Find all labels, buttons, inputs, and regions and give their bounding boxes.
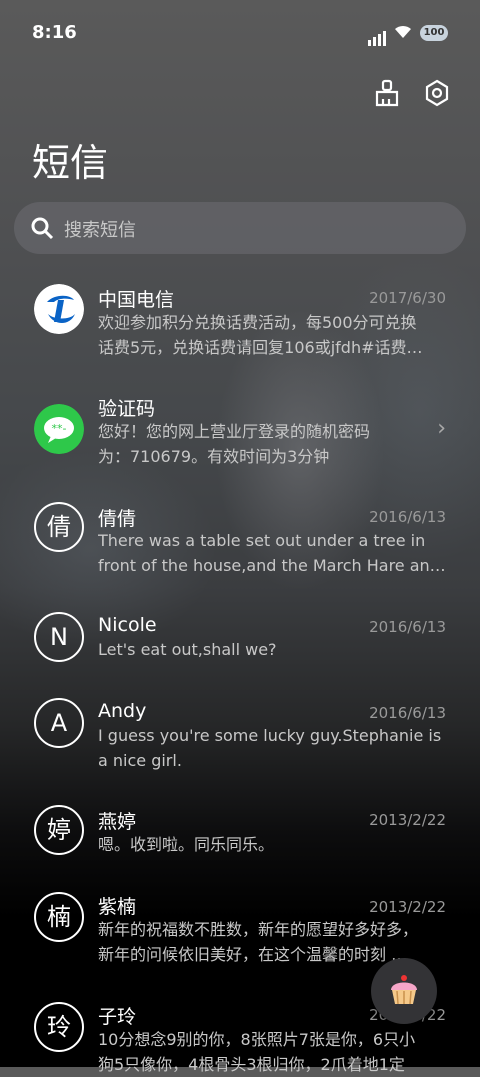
conversation-date: 2016/6/13 bbox=[369, 508, 446, 526]
status-bar: 8:16 100 bbox=[0, 0, 480, 68]
conversation-preview: 10分想念9别的你，8张照片7张是你，6只小 bbox=[98, 1030, 416, 1049]
conversation-preview: There was a table set out under a tree i… bbox=[98, 531, 426, 550]
conversation-name: Nicole bbox=[98, 614, 157, 636]
conversation-name: 子玲 bbox=[98, 1006, 137, 1028]
avatar: 楠 bbox=[34, 892, 84, 942]
avatar: 婷 bbox=[34, 805, 84, 855]
conversation-preview: front of the house,and the March Hare an… bbox=[98, 556, 446, 575]
cupcake-fab-button[interactable] bbox=[371, 958, 437, 1024]
conversation-preview: 嗯。收到啦。同乐同乐。 bbox=[98, 835, 275, 854]
conversation-preview: 欢迎参加积分兑换话费活动，每500分可兑换 bbox=[98, 313, 417, 332]
cupcake-icon bbox=[391, 975, 417, 1005]
message-bubble-icon: **- bbox=[34, 404, 84, 454]
conversation-date: 2013/2/22 bbox=[369, 811, 446, 829]
conversation-name: Andy bbox=[98, 700, 147, 722]
signal-icon bbox=[368, 27, 388, 46]
conversation-name: 倩倩 bbox=[98, 508, 137, 530]
battery-icon: 100 bbox=[420, 25, 448, 41]
broom-icon[interactable] bbox=[372, 78, 402, 108]
avatar: A bbox=[34, 698, 84, 748]
conversation-preview: Let's eat out,shall we? bbox=[98, 640, 277, 659]
avatar: 倩 bbox=[34, 502, 84, 552]
svg-text:**-: **- bbox=[52, 422, 67, 435]
settings-gear-icon[interactable] bbox=[422, 78, 452, 108]
wifi-icon bbox=[395, 25, 411, 38]
search-bar[interactable]: 搜索短信 bbox=[14, 202, 466, 254]
avatar: N bbox=[34, 612, 84, 662]
conversation-name: 紫楠 bbox=[98, 896, 137, 918]
conversation-preview: 话费5元，兑换话费请回复106或jfdh#话费… bbox=[98, 338, 423, 357]
conversation-preview: 为：710679。有效时间为3分钟 bbox=[98, 447, 330, 466]
page-title: 短信 bbox=[32, 141, 109, 185]
conversation-preview: 新年的祝福数不胜数，新年的愿望好多好多， bbox=[98, 920, 419, 939]
conversation-date: 2013/2/22 bbox=[369, 898, 446, 916]
conversation-preview: 您好！您的网上营业厅登录的随机密码 bbox=[98, 422, 371, 441]
search-icon bbox=[31, 217, 54, 240]
status-time: 8:16 bbox=[32, 22, 77, 43]
chevron-right-icon: › bbox=[437, 416, 446, 441]
conversation-preview: a nice girl. bbox=[98, 751, 182, 770]
avatar: 玲 bbox=[34, 1002, 84, 1052]
conversation-date: 2017/6/30 bbox=[369, 289, 446, 307]
conversation-name: 中国电信 bbox=[98, 289, 175, 311]
conversation-name: 验证码 bbox=[98, 398, 156, 420]
conversation-date: 2016/6/13 bbox=[369, 704, 446, 722]
telecom-logo bbox=[34, 284, 84, 334]
conversation-name: 燕婷 bbox=[98, 811, 137, 833]
conversation-preview: 狗5只像你，4根骨头3根归你，2爪着地1定 bbox=[98, 1055, 405, 1074]
conversation-preview: I guess you're some lucky guy.Stephanie … bbox=[98, 726, 442, 745]
search-placeholder: 搜索短信 bbox=[64, 220, 136, 241]
conversation-date: 2016/6/13 bbox=[369, 618, 446, 636]
